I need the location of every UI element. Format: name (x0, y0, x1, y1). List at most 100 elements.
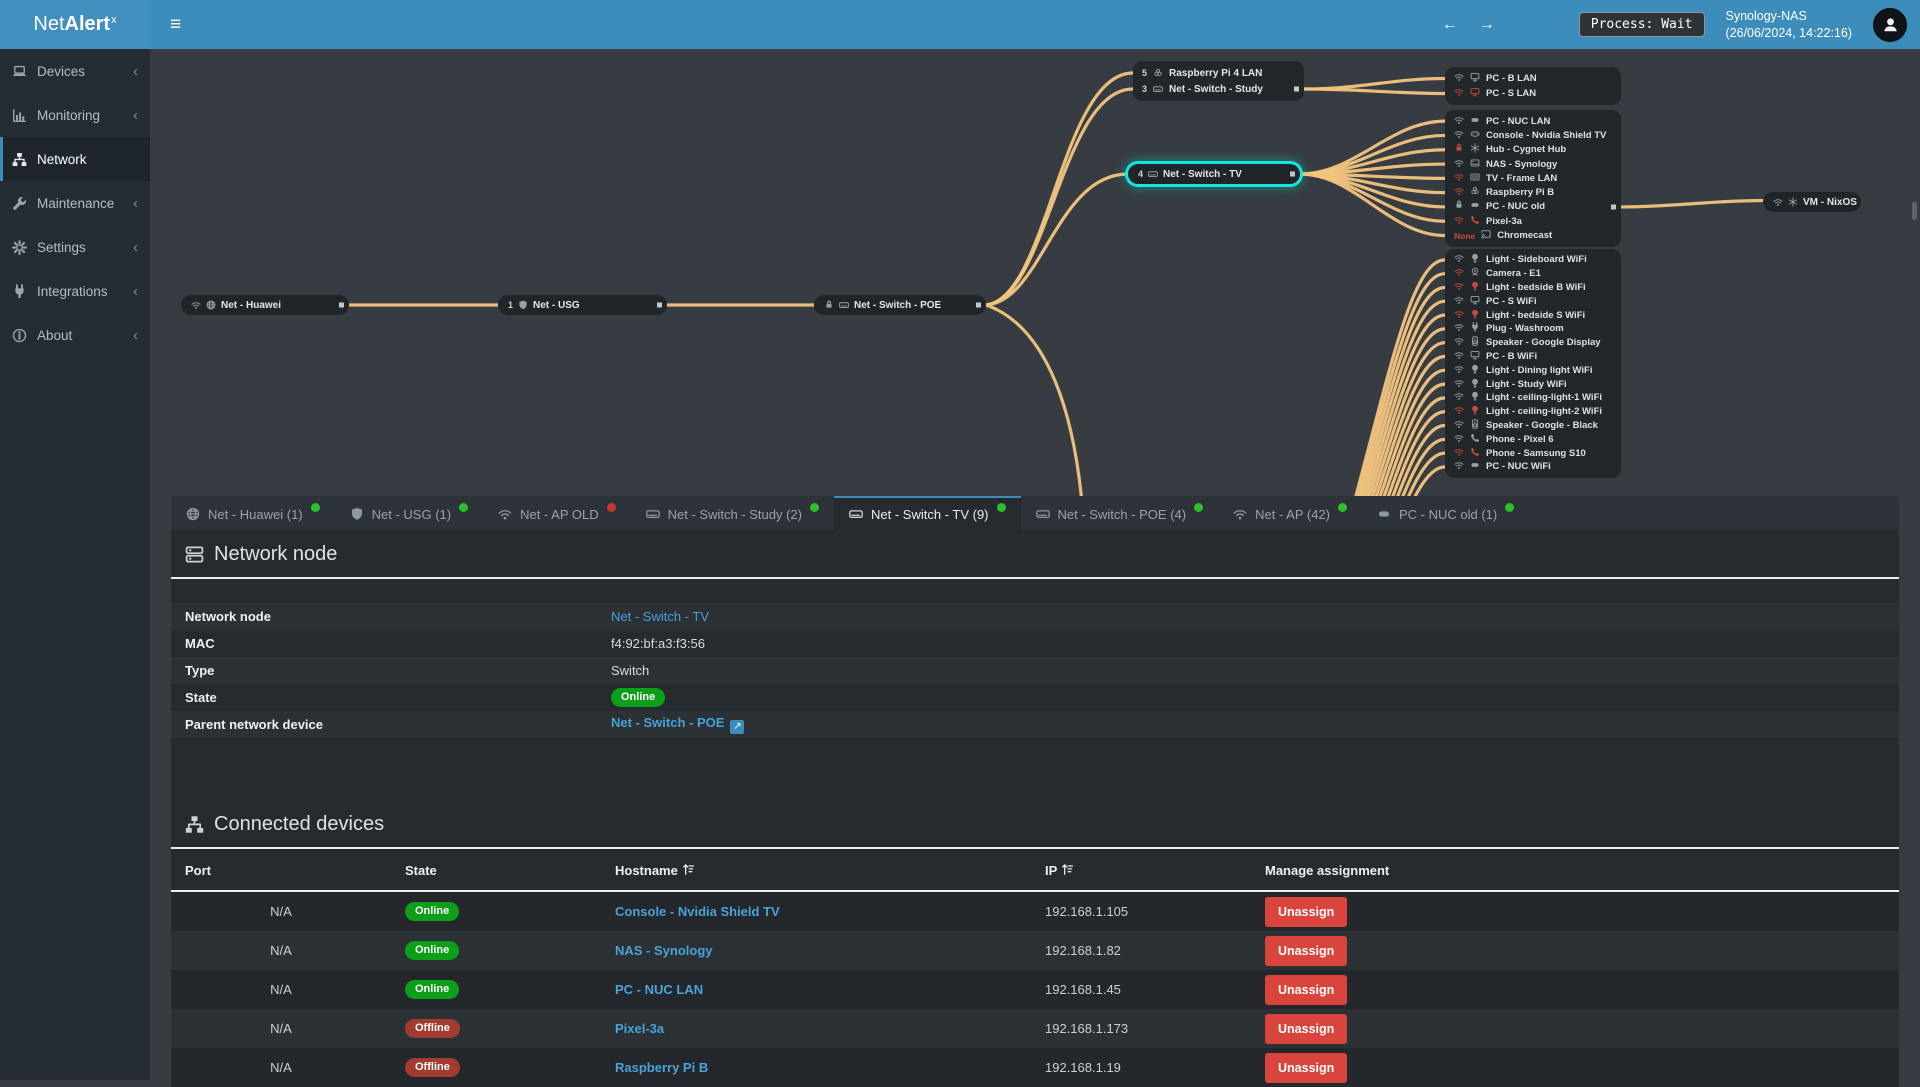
tab-net-usg-1[interactable]: Net - USG (1) (335, 496, 483, 530)
hostname-link-raspberry-pi-b[interactable]: Raspberry Pi B (615, 1060, 708, 1075)
state-badge: Offline (405, 1019, 460, 1039)
tree-leaf-light-dining-light-wifi[interactable]: Light - Dining light WiFi (1454, 363, 1612, 377)
sidebar-item-settings[interactable]: Settings ‹ (0, 225, 150, 269)
tree-leaf-chromecast[interactable]: None Chromecast (1454, 228, 1612, 242)
tree-leaf-light-ceiling-light-1-wifi[interactable]: Light - ceiling-light-1 WiFi (1454, 391, 1612, 405)
tree-leaf-pc-nuc-lan[interactable]: PC - NUC LAN (1454, 114, 1612, 128)
column-header-ip[interactable]: IP (1031, 851, 1251, 892)
tree-leaf-speaker-google-display[interactable]: Speaker - Google Display (1454, 336, 1612, 350)
tree-leaf-speaker-google-black[interactable]: Speaker - Google - Black (1454, 419, 1612, 433)
wifi-icon (1454, 115, 1464, 125)
tree-leaf-pixel-3a[interactable]: Pixel-3a (1454, 214, 1612, 228)
parent-node-link[interactable]: Net - Switch - POE (611, 715, 724, 730)
status-dot-green (996, 502, 1006, 512)
sidebar-item-integrations[interactable]: Integrations ‹ (0, 269, 150, 313)
unassign-button[interactable]: Unassign (1265, 1013, 1348, 1044)
switch-icon (1148, 169, 1158, 179)
state-cell: Offline (391, 1009, 601, 1048)
unassign-button[interactable]: Unassign (1265, 935, 1348, 966)
sidebar-item-network[interactable]: Network (0, 137, 150, 181)
status-dot-green (1338, 502, 1347, 512)
tab-net-switch-tv-9[interactable]: Net - Switch - TV (9) (834, 496, 1021, 530)
hostname-link-console-nvidia-shield-tv[interactable]: Console - Nvidia Shield TV (615, 904, 780, 919)
tree-leaf-light-study-wifi[interactable]: Light - Study WiFi (1454, 377, 1612, 391)
tab-net-ap-old[interactable]: Net - AP OLD (483, 496, 631, 530)
tab-net-switch-study-2[interactable]: Net - Switch - Study (2) (631, 496, 834, 530)
tree-leaf-light-ceiling-light-2-wifi[interactable]: Light - ceiling-light-2 WiFi (1454, 405, 1612, 419)
port-cell: N/A (270, 982, 292, 997)
nav-forward-icon[interactable]: → (1479, 16, 1495, 34)
wifi-icon (1454, 87, 1464, 97)
tree-node-net-usg[interactable]: 1 Net - USG (498, 295, 667, 315)
status-dot-green (810, 502, 819, 512)
tree-node-raspberry-pi-4-lan[interactable]: 5 Raspberry Pi 4 LAN (1142, 65, 1295, 81)
tree-leaf-light-sideboard-wifi[interactable]: Light - Sideboard WiFi (1454, 253, 1612, 267)
hostname-link-pixel-3a[interactable]: Pixel-3a (615, 1021, 664, 1036)
logo-text: Net (33, 13, 65, 35)
avatar[interactable] (1873, 7, 1907, 42)
tree-node-net-huawei[interactable]: Net - Huawei (181, 295, 349, 315)
tree-leaf-pc-b-wifi[interactable]: PC - B WiFi (1454, 350, 1612, 364)
column-header-hostname[interactable]: Hostname (601, 851, 1031, 892)
pi-icon (1470, 186, 1480, 196)
sidebar-item-monitoring[interactable]: Monitoring ‹ (0, 93, 150, 137)
tree-node-net-switch-study[interactable]: 3 Net - Switch - Study (1142, 81, 1299, 97)
tree-leaf-console-nvidia-shield-tv[interactable]: Console - Nvidia Shield TV (1454, 128, 1612, 142)
tree-leaf-plug-washroom[interactable]: Plug - Washroom (1454, 322, 1612, 336)
tab-net-switch-poe-4[interactable]: Net - Switch - POE (4) (1021, 496, 1219, 530)
tree-leaf-nas-synology[interactable]: NAS - Synology (1454, 157, 1612, 171)
tree-node-vm-nixos[interactable]: VM - NixOS (1763, 192, 1861, 212)
bulb-icon (1470, 378, 1480, 388)
wifi-icon (1454, 309, 1464, 319)
wifi-icon (1454, 433, 1464, 443)
app-logo[interactable]: Net Alert x (0, 0, 150, 49)
unassign-button[interactable]: Unassign (1265, 974, 1348, 1005)
node-link-net-switch-tv[interactable]: Net - Switch - TV (611, 609, 709, 624)
tree-leaf-pc-nuc-wifi[interactable]: PC - NUC WiFi (1454, 460, 1612, 474)
tree-leaf-tv-frame-lan[interactable]: TV - Frame LAN (1454, 171, 1612, 185)
tree-leaf-light-bedside-s-wifi[interactable]: Light - bedside S WiFi (1454, 308, 1612, 322)
sidebar-toggle-button[interactable]: ≡ (150, 14, 201, 36)
sidebar-item-about[interactable]: About ‹ (0, 313, 150, 357)
tree-leaf-raspberry-pi-b[interactable]: Raspberry Pi B (1454, 185, 1612, 199)
network-topology-canvas: Net - Huawei 1 Net - USG Net - Switch - … (150, 49, 1920, 496)
tree-leaf-light-bedside-b-wifi[interactable]: Light - bedside B WiFi (1454, 281, 1612, 295)
chart-icon (12, 108, 27, 123)
tab-net-ap-42[interactable]: Net - AP (42) (1218, 496, 1362, 530)
tab-net-huawei-1[interactable]: Net - Huawei (1) (171, 496, 335, 530)
tree-leaf-pc-nuc-old[interactable]: PC - NUC old (1454, 200, 1616, 214)
account-info[interactable]: Synology-NAS (26/06/2024, 14:22:16) (1726, 8, 1853, 41)
hostname-link-nas-synology[interactable]: NAS - Synology (615, 943, 713, 958)
sidebar-item-maintenance[interactable]: Maintenance ‹ (0, 181, 150, 225)
unassign-button[interactable]: Unassign (1265, 896, 1348, 927)
tree-leaf-hub-cygnet-hub[interactable]: Hub - Cygnet Hub (1454, 143, 1612, 157)
shield-icon (350, 507, 364, 521)
status-dot-green (1194, 502, 1204, 512)
phone-icon (1470, 447, 1480, 457)
scrollbar-thumb[interactable] (1912, 202, 1917, 220)
tree-leaf-phone-samsung-s10[interactable]: Phone - Samsung S10 (1454, 446, 1612, 460)
connected-devices-table: Port State Hostname IP Manage assignment N/A… (171, 851, 1899, 1087)
hostname-link-pc-nuc-lan[interactable]: PC - NUC LAN (615, 982, 703, 997)
divider (171, 577, 1899, 579)
state-badge: Online (611, 688, 666, 708)
tree-leaf-camera-e1[interactable]: Camera - E1 (1454, 267, 1612, 281)
wifi-icon (1454, 364, 1464, 374)
connector-square (339, 302, 344, 308)
detail-row-mac: MAC f4:92:bf:a3:f3:56 (185, 636, 705, 651)
tree-leaf-phone-pixel-6[interactable]: Phone - Pixel 6 (1454, 432, 1612, 446)
tree-leaf-pc-s-lan[interactable]: PC - S LAN (1454, 86, 1612, 101)
tree-leaf-pc-b-lan[interactable]: PC - B LAN (1454, 71, 1612, 86)
chevron-left-icon: ‹ (133, 194, 138, 212)
tree-node-net-switch-tv[interactable]: 4 Net - Switch - TV (1128, 164, 1300, 184)
tree-leaf-pc-s-wifi[interactable]: PC - S WiFi (1454, 294, 1612, 308)
globe-icon (206, 300, 216, 310)
nav-back-icon[interactable]: ← (1442, 16, 1458, 34)
sidebar-item-devices[interactable]: Devices ‹ (0, 49, 150, 93)
wifi-icon (1454, 172, 1464, 182)
tree-node-net-switch-poe[interactable]: Net - Switch - POE (814, 295, 986, 315)
unassign-button[interactable]: Unassign (1265, 1052, 1348, 1083)
external-link-icon[interactable]: ↗ (730, 719, 745, 734)
tab-pc-nuc-old-1[interactable]: PC - NUC old (1) (1362, 496, 1529, 530)
device-row-nas-synology: N/A Online NAS - Synology 192.168.1.82 U… (171, 931, 1899, 970)
